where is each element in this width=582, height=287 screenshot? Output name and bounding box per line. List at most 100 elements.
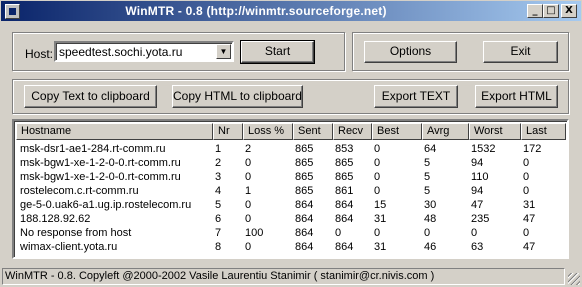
minimize-button[interactable]: _ (527, 4, 543, 18)
cell-nr: 5 (215, 199, 222, 211)
cell-best: 0 (374, 227, 381, 239)
cell-hostname: msk-bgw1-xe-1-2-0-0.rt-comm.ru (20, 157, 181, 169)
status-text: WinMTR - 0.8. Copyleft @2000-2002 Vasile… (2, 268, 565, 285)
cell-best: 0 (374, 185, 381, 197)
start-button[interactable]: Start (240, 40, 315, 64)
cell-sent: 864 (295, 213, 314, 225)
cell-recv: 0 (335, 227, 342, 239)
cell-recv: 861 (335, 185, 354, 197)
cell-last: 172 (523, 143, 542, 155)
column-header-sent[interactable]: Sent (293, 123, 333, 140)
status-bar: WinMTR - 0.8. Copyleft @2000-2002 Vasile… (0, 266, 582, 287)
cell-loss: 100 (245, 227, 264, 239)
host-input[interactable]: speedtest.sochi.yota.ru (59, 45, 182, 59)
column-header-recv[interactable]: Recv (333, 123, 372, 140)
results-table[interactable]: Hostname Nr Loss % Sent Recv Best Avrg W… (12, 119, 569, 259)
table-row[interactable]: msk-bgw1-xe-1-2-0-0.rt-comm.ru 3 0 865 865 0 5… (16, 170, 566, 184)
host-combobox[interactable]: speedtest.sochi.yota.ru ▼ (54, 41, 234, 62)
column-header-loss[interactable]: Loss % (243, 123, 293, 140)
cell-worst: 235 (471, 213, 490, 225)
cell-hostname: ge-5-0.uak6-a1.ug.ip.rostelecom.ru (20, 199, 192, 211)
export-html-button[interactable]: Export HTML (475, 85, 558, 108)
cell-recv: 864 (335, 241, 354, 253)
cell-hostname: 188.128.92.62 (20, 213, 91, 225)
cell-avrg: 64 (424, 143, 437, 155)
cell-best: 31 (374, 241, 387, 253)
window-title: WinMTR - 0.8 (http://winmtr.sourceforge.… (125, 4, 387, 18)
cell-nr: 7 (215, 227, 222, 239)
chevron-down-icon[interactable]: ▼ (216, 44, 231, 59)
cell-nr: 3 (215, 171, 222, 183)
copy-html-button[interactable]: Copy HTML to clipboard (172, 85, 303, 108)
cell-avrg: 46 (424, 241, 437, 253)
table-row[interactable]: ge-5-0.uak6-a1.ug.ip.rostelecom.ru 5 0 864 8… (16, 198, 566, 212)
table-row[interactable]: 188.128.92.62 6 0 864 864 31 48 235 47 (16, 212, 566, 226)
cell-avrg: 0 (424, 227, 431, 239)
column-header-last[interactable]: Last (521, 123, 566, 140)
cell-last: 0 (523, 171, 530, 183)
cell-sent: 865 (295, 143, 314, 155)
maximize-button[interactable]: □ (543, 4, 559, 18)
options-button-label: Options (389, 44, 432, 58)
close-button[interactable]: X (561, 4, 577, 18)
cell-loss: 0 (245, 171, 252, 183)
cell-loss: 0 (245, 157, 252, 169)
cell-nr: 1 (215, 143, 222, 155)
export-text-button-label: Export TEXT (381, 89, 451, 103)
cell-sent: 864 (295, 241, 314, 253)
column-header-avrg[interactable]: Avrg (422, 123, 469, 140)
cell-worst: 1532 (471, 143, 496, 155)
cell-avrg: 48 (424, 213, 437, 225)
resize-grip-icon[interactable] (568, 273, 580, 285)
export-html-button-label: Export HTML (481, 89, 552, 103)
cell-worst: 110 (471, 171, 489, 183)
table-row[interactable]: msk-bgw1-xe-1-2-0-0.rt-comm.ru 2 0 865 865 0 5… (16, 156, 566, 170)
cell-worst: 63 (471, 241, 484, 253)
options-button[interactable]: Options (364, 41, 457, 63)
cell-sent: 865 (295, 157, 314, 169)
cell-recv: 865 (335, 171, 354, 183)
copy-html-button-label: Copy HTML to clipboard (173, 89, 302, 103)
cell-worst: 94 (471, 157, 484, 169)
cell-best: 0 (374, 157, 381, 169)
column-header-best[interactable]: Best (372, 123, 422, 140)
cell-sent: 865 (295, 185, 314, 197)
cell-avrg: 5 (424, 185, 431, 197)
cell-hostname: No response from host (20, 227, 132, 239)
table-row[interactable]: wimax-client.yota.ru 8 0 864 864 31 46 63 47 (16, 240, 566, 254)
cell-last: 0 (523, 227, 530, 239)
copy-text-button-label: Copy Text to clipboard (31, 89, 150, 103)
cell-loss: 0 (245, 241, 252, 253)
cell-avrg: 5 (424, 157, 431, 169)
cell-sent: 865 (295, 171, 314, 183)
exit-button-label: Exit (510, 44, 531, 58)
cell-nr: 2 (215, 157, 222, 169)
table-row[interactable]: rostelecom.c.rt-comm.ru 4 1 865 861 0 5 94 0 (16, 184, 566, 198)
cell-recv: 853 (335, 143, 354, 155)
cell-best: 31 (374, 213, 387, 225)
table-row[interactable]: msk-dsr1-ae1-284.rt-comm.ru 1 2 865 853 0 64 15… (16, 142, 566, 156)
export-text-button[interactable]: Export TEXT (374, 85, 458, 108)
cell-sent: 864 (295, 227, 314, 239)
column-header-worst[interactable]: Worst (469, 123, 521, 140)
cell-last: 47 (523, 241, 536, 253)
column-header-hostname[interactable]: Hostname (16, 123, 213, 140)
exit-button[interactable]: Exit (483, 41, 558, 63)
cell-nr: 6 (215, 213, 222, 225)
cell-hostname: rostelecom.c.rt-comm.ru (20, 185, 139, 197)
cell-hostname: wimax-client.yota.ru (20, 241, 118, 253)
table-row[interactable]: No response from host 7 100 864 0 0 0 0 0 (16, 226, 566, 240)
cell-nr: 4 (215, 185, 222, 197)
cell-worst: 0 (471, 227, 478, 239)
cell-recv: 864 (335, 199, 354, 211)
title-bar: WinMTR - 0.8 (http://winmtr.sourceforge.… (0, 0, 582, 22)
copy-text-button[interactable]: Copy Text to clipboard (24, 85, 157, 108)
cell-loss: 0 (245, 199, 252, 211)
cell-best: 0 (374, 143, 381, 155)
column-header-nr[interactable]: Nr (213, 123, 243, 140)
cell-best: 15 (374, 199, 387, 211)
cell-avrg: 5 (424, 171, 431, 183)
cell-loss: 0 (245, 213, 252, 225)
table-header: Hostname Nr Loss % Sent Recv Best Avrg W… (16, 123, 566, 140)
cell-hostname: msk-dsr1-ae1-284.rt-comm.ru (20, 143, 166, 155)
